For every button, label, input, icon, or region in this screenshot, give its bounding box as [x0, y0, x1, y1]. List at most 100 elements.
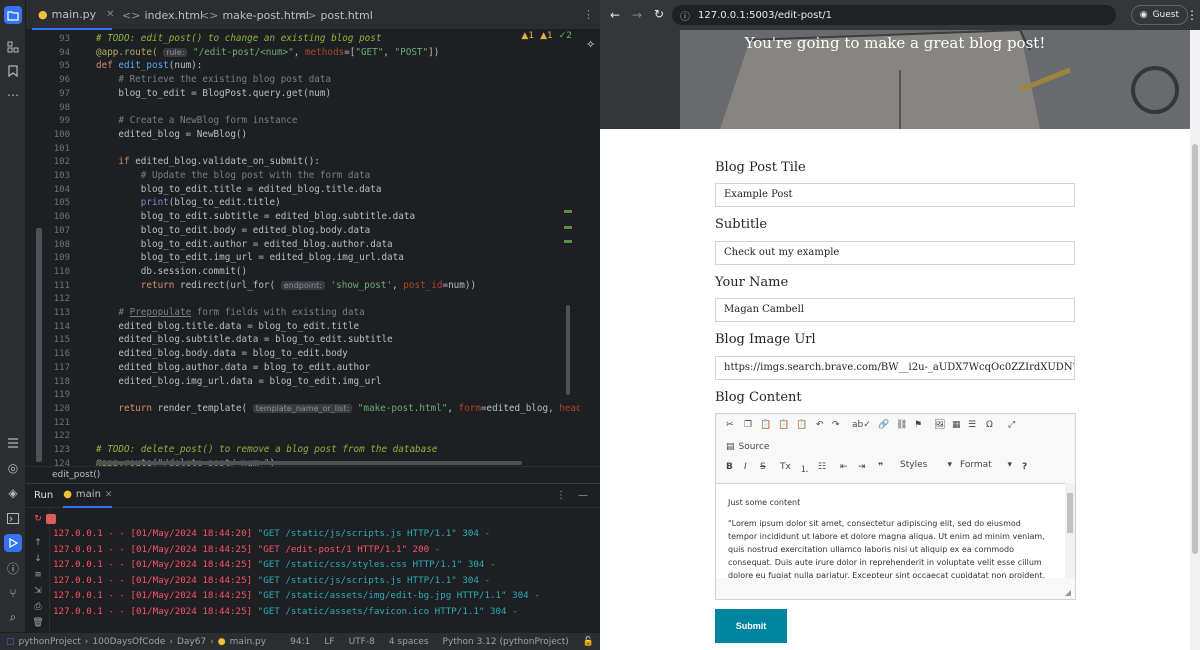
spellcheck-icon[interactable]: ab✓ [852, 420, 871, 430]
title-input[interactable]: Example Post [715, 183, 1075, 207]
special-char-icon[interactable]: Ω [986, 420, 993, 430]
terminal-icon[interactable] [4, 509, 22, 527]
styles-dropdown[interactable]: Styles ▾ [898, 460, 954, 474]
editor-scrollbar[interactable] [1065, 483, 1075, 578]
content-label: Blog Content [715, 390, 802, 405]
title-label: Blog Post Tile [715, 160, 806, 175]
maximize-icon[interactable]: ⤢ [1008, 420, 1015, 430]
status-path-item: Day67 [176, 636, 207, 647]
redo-icon[interactable]: ↷ [832, 420, 840, 430]
name-input[interactable]: Magan Cambell [715, 298, 1075, 322]
image-icon[interactable]: 🖼 [934, 420, 945, 430]
more-tools-icon[interactable]: ⋯ [4, 86, 22, 104]
remove-format-button[interactable]: Tx [780, 462, 791, 472]
project-icon[interactable] [4, 6, 22, 24]
interpreter[interactable]: Python 3.12 (pythonProject) [443, 637, 569, 647]
strike-button[interactable]: S [760, 462, 766, 472]
paste-icon[interactable]: 📋 [760, 420, 771, 430]
subtitle-input[interactable]: Check out my example [715, 241, 1075, 265]
indent-icon[interactable]: ⇥ [858, 462, 866, 472]
stop-icon[interactable] [46, 514, 56, 524]
bullet-list-icon[interactable]: ☷ [818, 462, 826, 472]
layers-icon[interactable]: ◈ [4, 484, 22, 502]
print-icon[interactable]: ⎙ [31, 602, 45, 616]
code-line: # Retrieve the existing blog post data [118, 74, 332, 86]
address-bar[interactable]: ⓘ 127.0.0.1:5003/edit-post/1 [672, 5, 1116, 25]
reload-icon[interactable]: ↻ [654, 7, 664, 21]
status-path-item: pythonProject [18, 636, 81, 647]
back-icon[interactable]: ← [610, 8, 620, 22]
source-button[interactable]: ▤ Source [726, 442, 769, 452]
delete-icon[interactable]: 🗑 [31, 618, 45, 632]
bold-button[interactable]: B [726, 462, 733, 472]
tab-post-html[interactable]: <> post.html [298, 0, 373, 30]
tab-overflow-icon[interactable]: ⋮ [583, 8, 594, 21]
cursor-position[interactable]: 94:1 [290, 637, 310, 647]
tab-main-py[interactable]: ● main.py ✕ [32, 0, 114, 30]
python-console-icon[interactable]: ⌕ [4, 608, 22, 626]
forward-icon[interactable]: → [632, 8, 642, 22]
git-icon[interactable]: ⑂ [4, 584, 22, 602]
copy-icon[interactable]: ❐ [744, 420, 752, 430]
soft-wrap-icon[interactable]: ≡ [31, 570, 45, 584]
inspection-widget[interactable]: ▲1 ▲1 ✓2 [521, 31, 572, 41]
link-icon[interactable]: 🔗 [878, 420, 889, 430]
close-tab-icon[interactable]: ✕ [106, 9, 114, 20]
breadcrumb[interactable]: edit_post() [26, 466, 600, 482]
problems-icon[interactable]: ⓘ [4, 559, 22, 577]
rerun-icon[interactable]: ↻ [31, 514, 45, 528]
browser-window: ← → ↻ ⓘ 127.0.0.1:5003/edit-post/1 ◉ Gue… [586, 0, 1200, 650]
status-bar: ▢ pythonProject › 100DaysOfCode › Day67 › ●… [0, 632, 600, 650]
editor-scrollbar[interactable] [564, 30, 576, 466]
horizontal-scrollbar[interactable] [96, 461, 522, 465]
tab-index-html[interactable]: <> index.html [122, 0, 203, 30]
indent-setting[interactable]: 4 spaces [389, 637, 429, 647]
todo-icon[interactable] [4, 434, 22, 452]
tab-make-post-html[interactable]: <> make-post.html [200, 0, 309, 30]
italic-button[interactable]: I [744, 462, 747, 472]
gemini-icon[interactable]: ✧ [586, 38, 598, 51]
bookmarks-icon[interactable] [4, 62, 22, 80]
table-icon[interactable]: ▦ [952, 420, 961, 430]
image-url-input[interactable]: https://imgs.search.brave.com/BW__i2u-_a… [715, 356, 1075, 380]
outdent-icon[interactable]: ⇤ [840, 462, 848, 472]
blockquote-icon[interactable]: ❞ [878, 462, 883, 472]
code-editor[interactable]: # TODO: edit_post() to change an existin… [96, 30, 580, 466]
tab-label: make-post.html [222, 8, 309, 22]
lock-icon[interactable]: 🔓 [583, 637, 594, 647]
resize-handle-icon[interactable]: ◢ [1065, 588, 1071, 597]
submit-button[interactable]: Submit [715, 609, 787, 643]
page-scrollbar-thumb[interactable] [1192, 144, 1198, 554]
line-number: 117 [53, 362, 70, 373]
menu-icon[interactable]: ⋮ [1186, 8, 1198, 22]
scroll-up-icon[interactable]: ↑ [31, 538, 45, 552]
plugins-icon[interactable]: ◎ [4, 459, 22, 477]
paste-word-icon[interactable]: 📋 [796, 420, 807, 430]
help-icon[interactable]: ? [1022, 462, 1027, 472]
anchor-icon[interactable]: ⚑ [914, 420, 922, 430]
status-path[interactable]: ▢ pythonProject › 100DaysOfCode › Day67 › ●… [6, 637, 266, 647]
format-dropdown[interactable]: Format ▾ [958, 460, 1014, 474]
site-info-icon[interactable]: ⓘ [680, 8, 690, 23]
scroll-end-icon[interactable]: ⇲ [31, 586, 45, 600]
line-ending[interactable]: LF [324, 637, 334, 647]
undo-icon[interactable]: ↶ [816, 420, 824, 430]
paste-text-icon[interactable]: 📋 [778, 420, 789, 430]
structure-icon[interactable] [4, 38, 22, 56]
minimize-icon[interactable]: — [578, 490, 588, 501]
scroll-down-icon[interactable]: ↓ [31, 554, 45, 568]
line-number: 93 [59, 34, 70, 44]
run-config-tab[interactable]: ● main ✕ [63, 484, 113, 508]
run-tool-icon[interactable] [4, 534, 22, 552]
profile-button[interactable]: ◉ Guest [1130, 5, 1188, 25]
horizontal-line-icon[interactable]: ☰ [968, 420, 976, 430]
run-options-icon[interactable]: ⋮ [556, 490, 566, 501]
content-paragraph: Just some content [728, 498, 801, 507]
cut-icon[interactable]: ✂ [726, 420, 734, 430]
editor-content[interactable]: Just some content "Lorem ipsum dolor sit… [716, 483, 1075, 578]
close-run-tab-icon[interactable]: ✕ [105, 490, 113, 500]
file-encoding[interactable]: UTF-8 [349, 637, 375, 647]
log-line: 127.0.0.1 - - [01/May/2024 18:44:25] "GE… [53, 543, 441, 555]
unlink-icon[interactable]: ⛓ [896, 420, 907, 430]
numbered-list-icon[interactable]: ⒈ [800, 462, 809, 475]
